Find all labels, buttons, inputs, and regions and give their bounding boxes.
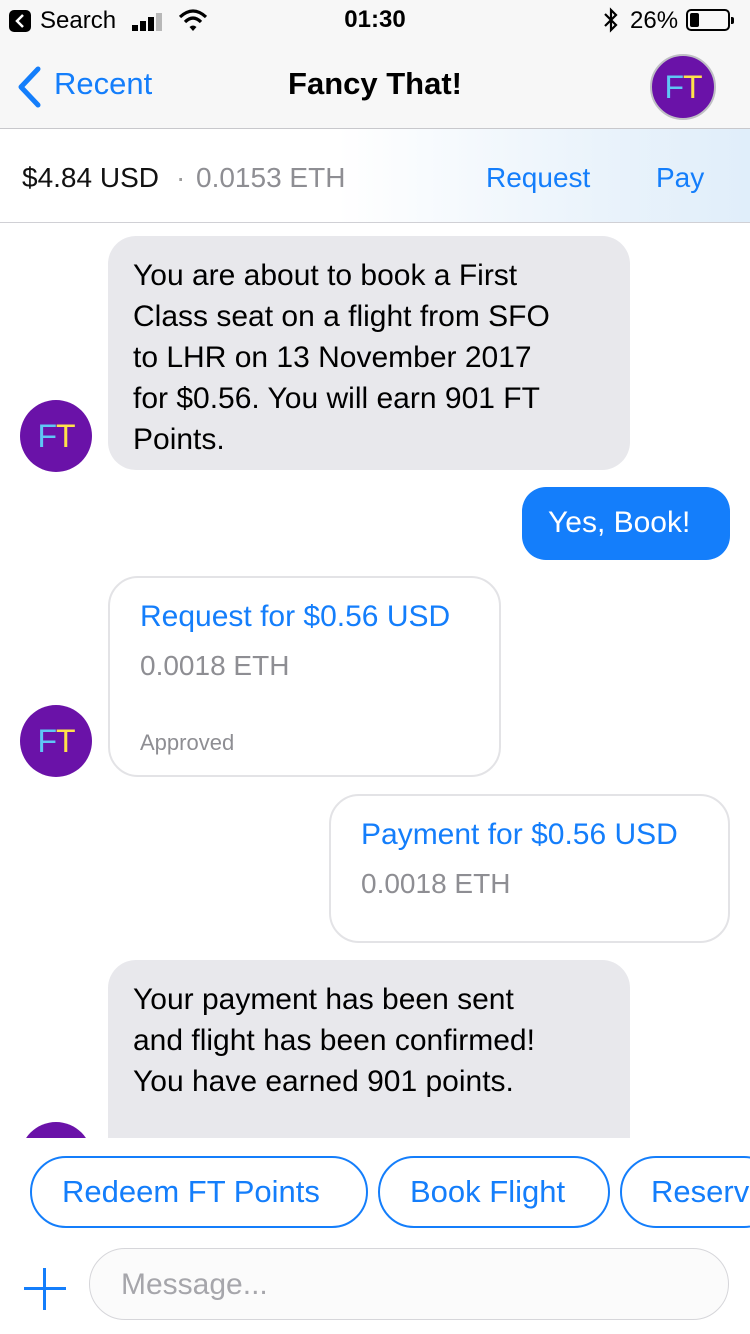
status-bar: Search 01:30 26% (0, 0, 750, 40)
message-line: Your payment has been sent (133, 983, 514, 1016)
request-eth-amount: 0.0018 ETH (140, 650, 290, 681)
outgoing-message: Yes, Book! (522, 487, 730, 560)
message-line: Class seat on a flight from SFO (133, 300, 550, 333)
message-placeholder: Message... (121, 1268, 268, 1301)
chat-transcript[interactable]: FT You are about to book a First Class s… (0, 223, 750, 1138)
balance-bar: $4.84 USD · 0.0153 ETH Request Pay (0, 129, 750, 223)
message-line: for $0.56. You will earn 901 FT (133, 382, 540, 415)
contact-avatar[interactable]: FT (650, 54, 716, 120)
plus-icon[interactable] (24, 1268, 66, 1310)
message-input[interactable]: Message... (89, 1248, 729, 1320)
incoming-message: Your payment has been sent and flight ha… (108, 960, 630, 1138)
ft-logo: FT (37, 418, 75, 454)
message-line: and flight has been confirmed! (133, 1024, 535, 1057)
battery-percentage: 26% (630, 7, 679, 34)
balance-usd: $4.84 USD (22, 162, 159, 193)
message-line: Points. (133, 423, 225, 456)
balance-separator: · (176, 162, 186, 193)
navigation-bar: Recent Fancy That! FT (0, 40, 750, 129)
quick-reply-book-flight[interactable]: Book Flight (378, 1156, 610, 1228)
bot-avatar: FT (20, 705, 92, 777)
message-text: Yes, Book! (548, 506, 691, 539)
message-line: You are about to book a First (133, 259, 518, 292)
request-title: Request for $0.56 USD (140, 600, 451, 633)
balance-eth: 0.0153 ETH (196, 162, 346, 193)
bot-avatar (20, 1122, 92, 1138)
quick-reply-reserve[interactable]: Reserv (620, 1156, 750, 1228)
incoming-message: You are about to book a First Class seat… (108, 236, 630, 470)
payment-card[interactable]: Payment for $0.56 USD 0.0018 ETH (329, 794, 730, 943)
quick-reply-redeem-ft-points[interactable]: Redeem FT Points (30, 1156, 368, 1228)
payment-title: Payment for $0.56 USD (361, 818, 678, 851)
request-button[interactable]: Request (486, 162, 590, 194)
ft-logo: FT (37, 723, 75, 759)
bot-avatar: FT (20, 400, 92, 472)
payment-eth-amount: 0.0018 ETH (361, 868, 511, 899)
message-line: to LHR on 13 November 2017 (133, 341, 532, 374)
payment-request-card[interactable]: Request for $0.56 USD 0.0018 ETH Approve… (108, 576, 501, 777)
page-title: Fancy That! (288, 66, 462, 101)
bluetooth-icon (604, 7, 618, 33)
quick-replies[interactable]: Redeem FT Points Book Flight Reserv (0, 1138, 750, 1238)
pay-button[interactable]: Pay (656, 162, 704, 194)
message-line: You have earned 901 points. (133, 1065, 514, 1098)
battery-icon (686, 9, 734, 31)
ft-logo: FT (664, 69, 702, 105)
request-status: Approved (140, 730, 235, 755)
message-composer: Message... (0, 1238, 750, 1334)
